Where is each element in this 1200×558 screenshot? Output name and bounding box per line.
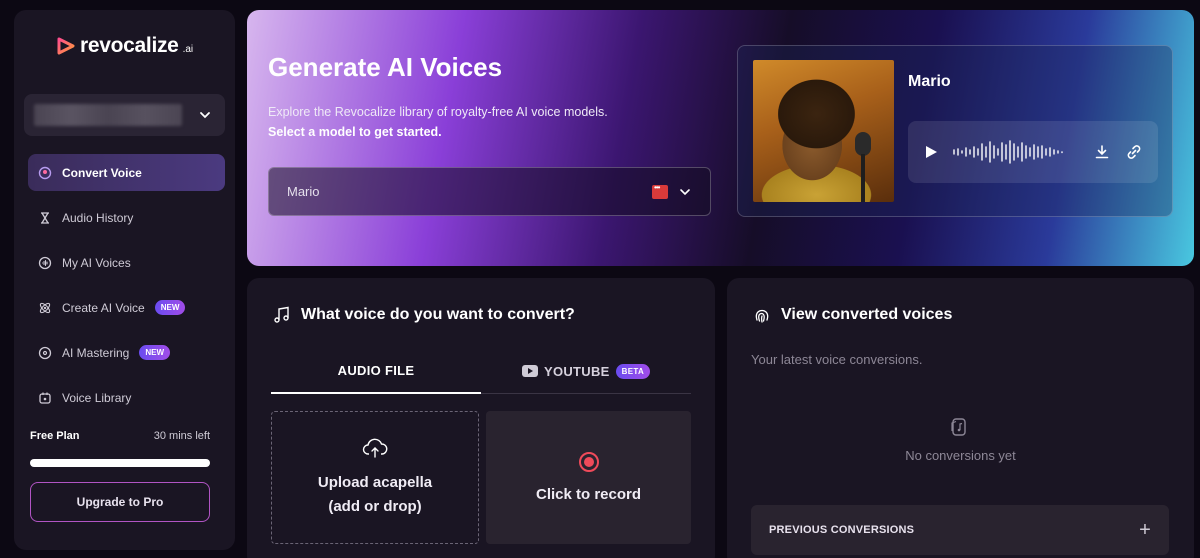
play-icon[interactable] bbox=[924, 145, 938, 159]
mic-icon bbox=[38, 166, 52, 180]
beta-badge: BETA bbox=[615, 363, 651, 379]
sidebar-item-ai-mastering[interactable]: AI Mastering NEW bbox=[28, 334, 225, 371]
sidebar-item-label: Convert Voice bbox=[62, 165, 142, 180]
convert-panel-title: What voice do you want to convert? bbox=[273, 306, 575, 324]
sidebar-item-label: Audio History bbox=[62, 210, 134, 225]
plus-icon: + bbox=[1139, 519, 1151, 541]
microphone-icon bbox=[855, 132, 871, 156]
logo-icon bbox=[57, 37, 75, 55]
sidebar-item-label: Voice Library bbox=[62, 390, 132, 405]
link-icon[interactable] bbox=[1126, 144, 1142, 160]
account-switcher[interactable] bbox=[24, 94, 225, 136]
tab-audio-file[interactable]: AUDIO FILE bbox=[271, 348, 481, 394]
source-tabs: AUDIO FILE YOUTUBE BETA bbox=[271, 348, 691, 394]
sidebar-item-voice-library[interactable]: Voice Library bbox=[28, 379, 225, 416]
page-title: Generate AI Voices bbox=[268, 52, 503, 82]
new-badge: NEW bbox=[154, 300, 186, 315]
sidebar-nav: Convert Voice Audio History My AI Voices… bbox=[28, 154, 225, 424]
sidebar-item-my-ai-voices[interactable]: My AI Voices bbox=[28, 244, 225, 281]
previous-conversions-toggle[interactable]: PREVIOUS CONVERSIONS + bbox=[751, 505, 1169, 555]
voice-icon bbox=[38, 256, 52, 270]
fingerprint-icon bbox=[755, 309, 769, 323]
sidebar-item-audio-history[interactable]: Audio History bbox=[28, 199, 225, 236]
plan-progress-bar bbox=[30, 459, 210, 467]
cloud-upload-icon bbox=[362, 438, 388, 458]
hero-description-cta: Select a model to get started. bbox=[268, 125, 442, 139]
disc-icon bbox=[38, 346, 52, 360]
sidebar-item-label: AI Mastering bbox=[62, 345, 130, 360]
flag-icon bbox=[652, 183, 668, 199]
tab-youtube[interactable]: YOUTUBE BETA bbox=[481, 348, 691, 394]
music-note-icon bbox=[274, 306, 289, 323]
upload-dropzone[interactable]: Upload acapella (add or drop) bbox=[271, 411, 479, 544]
empty-state-text: No conversions yet bbox=[905, 448, 1016, 463]
voice-cover-image bbox=[753, 60, 894, 202]
tab-label: AUDIO FILE bbox=[337, 362, 415, 378]
brand-suffix: .ai bbox=[182, 44, 194, 55]
plan-remaining: 30 mins left bbox=[153, 430, 210, 442]
chevron-down-icon bbox=[680, 189, 690, 196]
waveform[interactable] bbox=[952, 139, 1070, 165]
logo[interactable]: revocalize .ai bbox=[56, 34, 193, 58]
upgrade-button[interactable]: Upgrade to Pro bbox=[30, 482, 210, 522]
hero-description-text: Explore the Revocalize library of royalt… bbox=[268, 105, 608, 119]
chevron-down-icon bbox=[200, 112, 210, 119]
converted-title-text: View converted voices bbox=[781, 306, 953, 323]
new-badge: NEW bbox=[139, 345, 171, 360]
plan-name: Free Plan bbox=[30, 430, 80, 442]
sidebar-item-label: My AI Voices bbox=[62, 255, 131, 270]
convert-panel: What voice do you want to convert? AUDIO… bbox=[247, 278, 715, 558]
previous-conversions-label: PREVIOUS CONVERSIONS bbox=[769, 524, 915, 536]
record-label: Click to record bbox=[535, 486, 642, 503]
youtube-icon bbox=[521, 365, 538, 377]
brand-name: revocalize bbox=[80, 34, 179, 57]
record-button[interactable]: Click to record bbox=[486, 411, 691, 544]
sidebar-item-create-ai-voice[interactable]: Create AI Voice NEW bbox=[28, 289, 225, 326]
hourglass-icon bbox=[38, 211, 52, 225]
sidebar-item-label: Create AI Voice bbox=[62, 300, 145, 315]
account-name-redacted bbox=[34, 104, 182, 126]
voice-model-select[interactable]: Mario bbox=[268, 167, 711, 216]
hero-banner: Generate AI Voices Explore the Revocaliz… bbox=[247, 10, 1194, 266]
download-icon[interactable] bbox=[1094, 144, 1110, 160]
record-icon bbox=[578, 452, 599, 472]
audio-file-icon bbox=[951, 418, 966, 436]
mic-stand bbox=[861, 154, 865, 202]
audio-player bbox=[908, 121, 1158, 183]
converted-panel-title: View converted voices bbox=[753, 306, 952, 324]
voice-name: Mario bbox=[908, 73, 951, 90]
convert-title-text: What voice do you want to convert? bbox=[301, 306, 575, 323]
hero-description: Explore the Revocalize library of royalt… bbox=[268, 102, 608, 142]
upload-label: Upload acapella (add or drop) bbox=[317, 473, 433, 515]
atom-icon bbox=[38, 301, 52, 315]
plan-info: Free Plan 30 mins left bbox=[30, 430, 210, 442]
tab-label: YOUTUBE bbox=[543, 363, 610, 379]
sidebar: revocalize .ai Convert Voice Audio Histo… bbox=[14, 10, 235, 550]
sidebar-item-convert-voice[interactable]: Convert Voice bbox=[28, 154, 225, 191]
library-icon bbox=[38, 391, 52, 405]
voice-preview-card: Mario bbox=[737, 45, 1173, 217]
converted-voices-panel: View converted voices Your latest voice … bbox=[727, 278, 1194, 558]
converted-subtitle: Your latest voice conversions. bbox=[751, 352, 923, 367]
voice-model-value: Mario bbox=[287, 184, 320, 199]
app-root: revocalize .ai Convert Voice Audio Histo… bbox=[0, 0, 1200, 558]
